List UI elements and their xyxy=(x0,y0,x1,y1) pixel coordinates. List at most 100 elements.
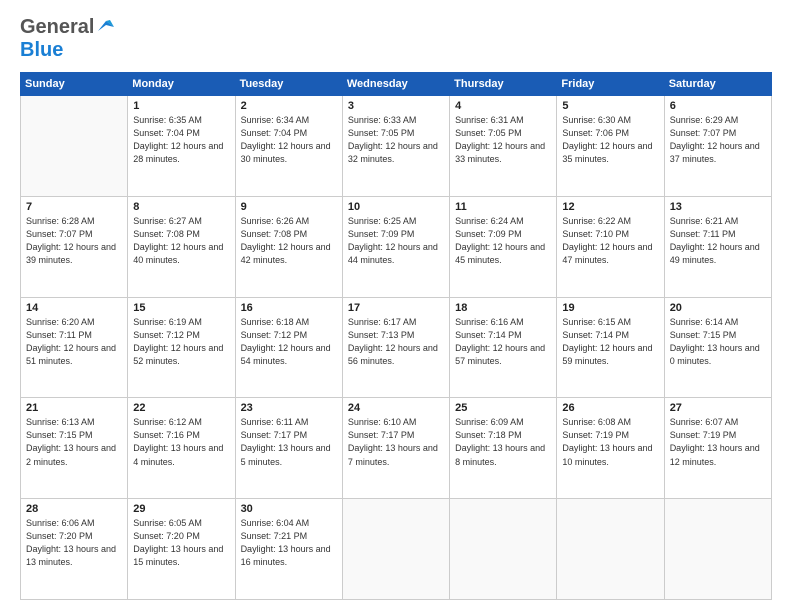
calendar-cell: 27 Sunrise: 6:07 AM Sunset: 7:19 PM Dayli… xyxy=(664,398,771,499)
day-info: Sunrise: 6:30 AM Sunset: 7:06 PM Dayligh… xyxy=(562,114,658,166)
calendar-day-header: Monday xyxy=(128,73,235,96)
calendar-cell: 10 Sunrise: 6:25 AM Sunset: 7:09 PM Dayli… xyxy=(342,196,449,297)
calendar-cell: 17 Sunrise: 6:17 AM Sunset: 7:13 PM Dayli… xyxy=(342,297,449,398)
day-number: 13 xyxy=(670,201,766,213)
calendar-cell: 1 Sunrise: 6:35 AM Sunset: 7:04 PM Daylig… xyxy=(128,96,235,197)
day-number: 23 xyxy=(241,402,337,414)
day-number: 24 xyxy=(348,402,444,414)
calendar-cell xyxy=(450,499,557,600)
day-info: Sunrise: 6:21 AM Sunset: 7:11 PM Dayligh… xyxy=(670,215,766,267)
day-info: Sunrise: 6:24 AM Sunset: 7:09 PM Dayligh… xyxy=(455,215,551,267)
calendar-week-row: 1 Sunrise: 6:35 AM Sunset: 7:04 PM Daylig… xyxy=(21,96,772,197)
calendar-cell: 9 Sunrise: 6:26 AM Sunset: 7:08 PM Daylig… xyxy=(235,196,342,297)
day-number: 30 xyxy=(241,503,337,515)
day-number: 3 xyxy=(348,100,444,112)
day-info: Sunrise: 6:08 AM Sunset: 7:19 PM Dayligh… xyxy=(562,416,658,468)
day-number: 14 xyxy=(26,302,122,314)
calendar-cell xyxy=(557,499,664,600)
day-info: Sunrise: 6:06 AM Sunset: 7:20 PM Dayligh… xyxy=(26,517,122,569)
day-number: 19 xyxy=(562,302,658,314)
day-info: Sunrise: 6:19 AM Sunset: 7:12 PM Dayligh… xyxy=(133,316,229,368)
day-number: 17 xyxy=(348,302,444,314)
day-number: 10 xyxy=(348,201,444,213)
header: General Blue xyxy=(20,16,772,62)
day-number: 8 xyxy=(133,201,229,213)
day-info: Sunrise: 6:18 AM Sunset: 7:12 PM Dayligh… xyxy=(241,316,337,368)
calendar-cell: 30 Sunrise: 6:04 AM Sunset: 7:21 PM Dayli… xyxy=(235,499,342,600)
calendar-week-row: 28 Sunrise: 6:06 AM Sunset: 7:20 PM Dayli… xyxy=(21,499,772,600)
calendar-week-row: 7 Sunrise: 6:28 AM Sunset: 7:07 PM Daylig… xyxy=(21,196,772,297)
calendar-cell: 5 Sunrise: 6:30 AM Sunset: 7:06 PM Daylig… xyxy=(557,96,664,197)
day-number: 26 xyxy=(562,402,658,414)
day-number: 28 xyxy=(26,503,122,515)
page: General Blue SundayMondayTuesdayWednesda… xyxy=(0,0,792,612)
calendar-cell: 22Sunrise: 6:12 AM Sunset: 7:16 PM Dayli… xyxy=(128,398,235,499)
calendar-cell: 19 Sunrise: 6:15 AM Sunset: 7:14 PM Dayli… xyxy=(557,297,664,398)
calendar-day-header: Thursday xyxy=(450,73,557,96)
calendar-cell: 6Sunrise: 6:29 AM Sunset: 7:07 PM Daylig… xyxy=(664,96,771,197)
day-number: 7 xyxy=(26,201,122,213)
day-number: 16 xyxy=(241,302,337,314)
calendar-cell: 28 Sunrise: 6:06 AM Sunset: 7:20 PM Dayli… xyxy=(21,499,128,600)
day-info: Sunrise: 6:07 AM Sunset: 7:19 PM Dayligh… xyxy=(670,416,766,468)
day-number: 25 xyxy=(455,402,551,414)
day-info: Sunrise: 6:05 AM Sunset: 7:20 PM Dayligh… xyxy=(133,517,229,569)
day-info: Sunrise: 6:26 AM Sunset: 7:08 PM Dayligh… xyxy=(241,215,337,267)
calendar-cell: 23 Sunrise: 6:11 AM Sunset: 7:17 PM Dayli… xyxy=(235,398,342,499)
calendar-cell: 4 Sunrise: 6:31 AM Sunset: 7:05 PM Daylig… xyxy=(450,96,557,197)
day-info: Sunrise: 6:12 AM Sunset: 7:16 PM Dayligh… xyxy=(133,416,229,468)
calendar-day-header: Wednesday xyxy=(342,73,449,96)
calendar-week-row: 21 Sunrise: 6:13 AM Sunset: 7:15 PM Dayli… xyxy=(21,398,772,499)
calendar-table: SundayMondayTuesdayWednesdayThursdayFrid… xyxy=(20,72,772,600)
day-number: 27 xyxy=(670,402,766,414)
calendar-header-row: SundayMondayTuesdayWednesdayThursdayFrid… xyxy=(21,73,772,96)
calendar-cell: 18Sunrise: 6:16 AM Sunset: 7:14 PM Dayli… xyxy=(450,297,557,398)
calendar-cell: 8 Sunrise: 6:27 AM Sunset: 7:08 PM Daylig… xyxy=(128,196,235,297)
calendar-cell xyxy=(664,499,771,600)
day-info: Sunrise: 6:20 AM Sunset: 7:11 PM Dayligh… xyxy=(26,316,122,368)
calendar-day-header: Tuesday xyxy=(235,73,342,96)
logo-bird-icon xyxy=(96,17,114,35)
calendar-week-row: 14 Sunrise: 6:20 AM Sunset: 7:11 PM Dayli… xyxy=(21,297,772,398)
day-number: 18 xyxy=(455,302,551,314)
logo-general: General xyxy=(20,16,94,39)
day-number: 1 xyxy=(133,100,229,112)
calendar-cell: 15Sunrise: 6:19 AM Sunset: 7:12 PM Dayli… xyxy=(128,297,235,398)
day-number: 6 xyxy=(670,100,766,112)
calendar-cell: 2Sunrise: 6:34 AM Sunset: 7:04 PM Daylig… xyxy=(235,96,342,197)
calendar-day-header: Saturday xyxy=(664,73,771,96)
day-info: Sunrise: 6:35 AM Sunset: 7:04 PM Dayligh… xyxy=(133,114,229,166)
calendar-cell: 12Sunrise: 6:22 AM Sunset: 7:10 PM Dayli… xyxy=(557,196,664,297)
day-info: Sunrise: 6:15 AM Sunset: 7:14 PM Dayligh… xyxy=(562,316,658,368)
day-number: 5 xyxy=(562,100,658,112)
calendar-cell xyxy=(21,96,128,197)
day-info: Sunrise: 6:14 AM Sunset: 7:15 PM Dayligh… xyxy=(670,316,766,368)
calendar-cell: 20 Sunrise: 6:14 AM Sunset: 7:15 PM Dayli… xyxy=(664,297,771,398)
calendar-cell: 7 Sunrise: 6:28 AM Sunset: 7:07 PM Daylig… xyxy=(21,196,128,297)
day-info: Sunrise: 6:04 AM Sunset: 7:21 PM Dayligh… xyxy=(241,517,337,569)
calendar-cell: 13 Sunrise: 6:21 AM Sunset: 7:11 PM Dayli… xyxy=(664,196,771,297)
day-number: 9 xyxy=(241,201,337,213)
logo-blue: Blue xyxy=(20,39,63,62)
day-info: Sunrise: 6:13 AM Sunset: 7:15 PM Dayligh… xyxy=(26,416,122,468)
day-info: Sunrise: 6:10 AM Sunset: 7:17 PM Dayligh… xyxy=(348,416,444,468)
day-number: 20 xyxy=(670,302,766,314)
calendar-cell: 26 Sunrise: 6:08 AM Sunset: 7:19 PM Dayli… xyxy=(557,398,664,499)
calendar-day-header: Sunday xyxy=(21,73,128,96)
calendar-day-header: Friday xyxy=(557,73,664,96)
day-info: Sunrise: 6:31 AM Sunset: 7:05 PM Dayligh… xyxy=(455,114,551,166)
logo: General Blue xyxy=(20,16,114,62)
day-info: Sunrise: 6:09 AM Sunset: 7:18 PM Dayligh… xyxy=(455,416,551,468)
day-info: Sunrise: 6:25 AM Sunset: 7:09 PM Dayligh… xyxy=(348,215,444,267)
calendar-cell: 24 Sunrise: 6:10 AM Sunset: 7:17 PM Dayli… xyxy=(342,398,449,499)
day-info: Sunrise: 6:11 AM Sunset: 7:17 PM Dayligh… xyxy=(241,416,337,468)
calendar-cell: 21 Sunrise: 6:13 AM Sunset: 7:15 PM Dayli… xyxy=(21,398,128,499)
day-number: 4 xyxy=(455,100,551,112)
day-number: 21 xyxy=(26,402,122,414)
day-info: Sunrise: 6:28 AM Sunset: 7:07 PM Dayligh… xyxy=(26,215,122,267)
day-info: Sunrise: 6:27 AM Sunset: 7:08 PM Dayligh… xyxy=(133,215,229,267)
calendar-cell: 29Sunrise: 6:05 AM Sunset: 7:20 PM Dayli… xyxy=(128,499,235,600)
day-info: Sunrise: 6:33 AM Sunset: 7:05 PM Dayligh… xyxy=(348,114,444,166)
calendar-cell: 11Sunrise: 6:24 AM Sunset: 7:09 PM Dayli… xyxy=(450,196,557,297)
day-info: Sunrise: 6:17 AM Sunset: 7:13 PM Dayligh… xyxy=(348,316,444,368)
